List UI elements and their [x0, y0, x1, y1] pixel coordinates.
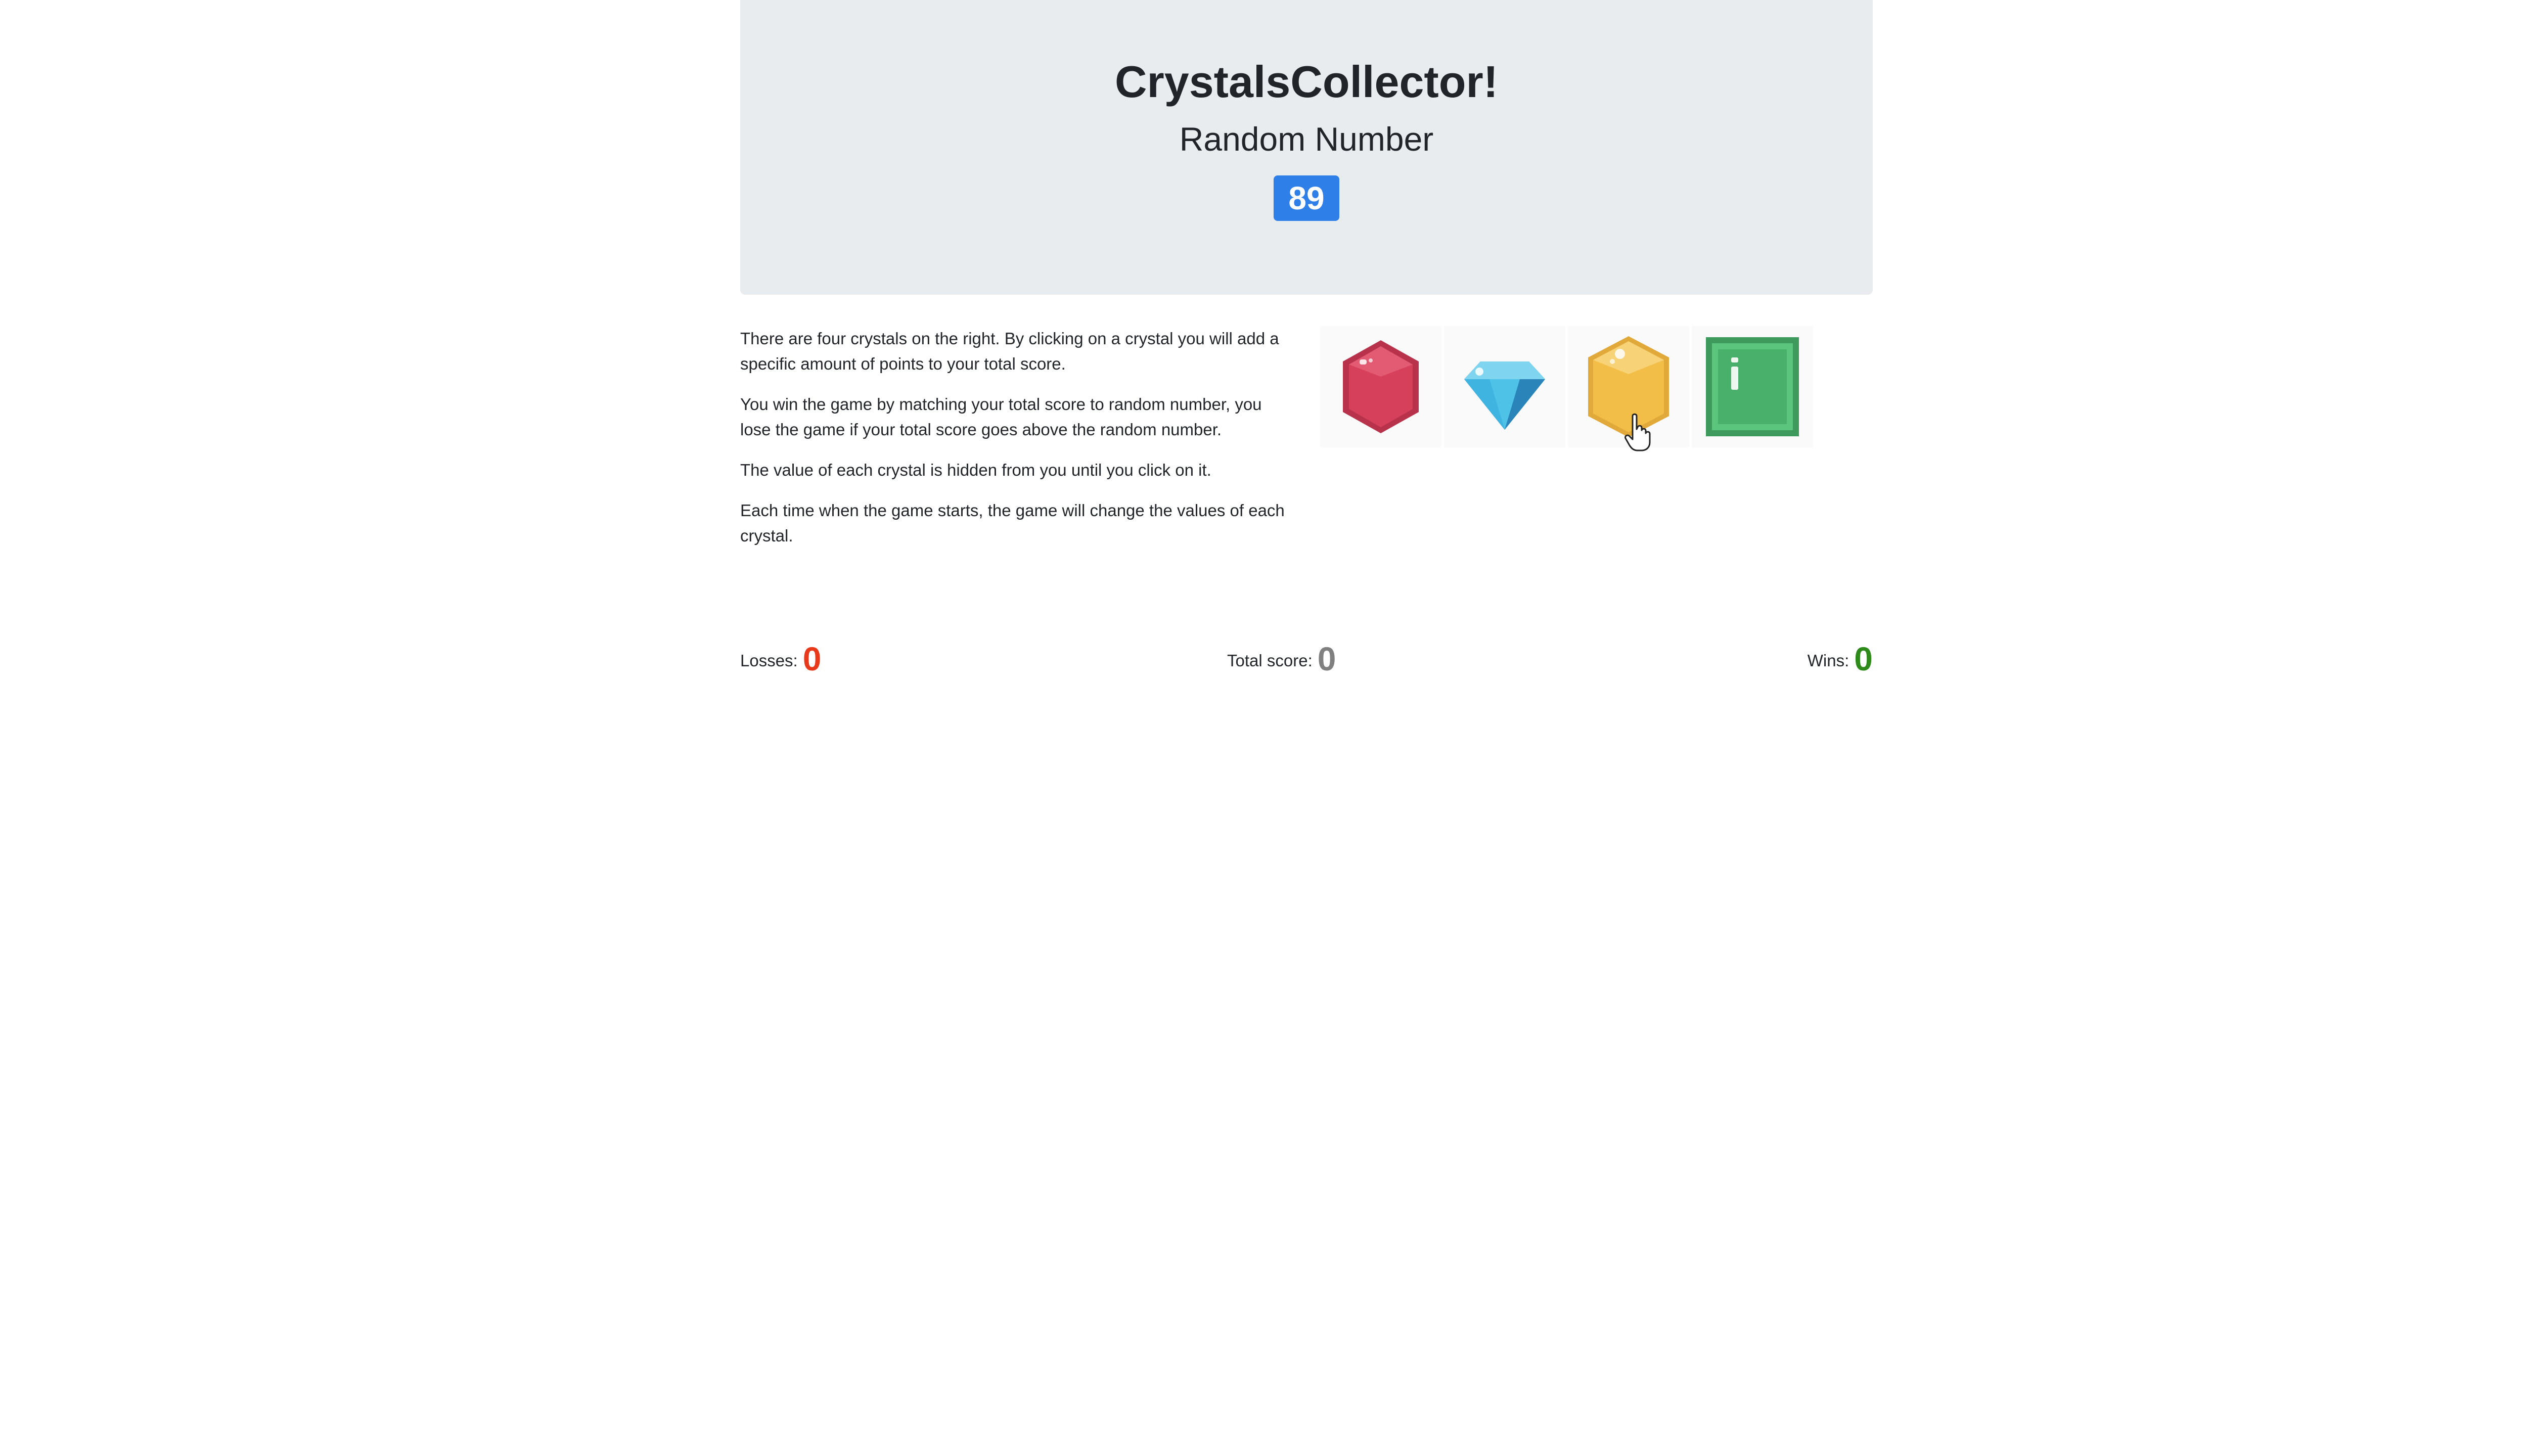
- random-number-label: Random Number: [1179, 120, 1434, 158]
- page-title: CrystalsCollector!: [1114, 57, 1498, 107]
- crystal-button-yellow[interactable]: [1568, 326, 1689, 447]
- wins-label: Wins:: [1807, 651, 1849, 670]
- blue-diamond-icon: [1444, 326, 1565, 447]
- red-gem-icon: [1320, 326, 1441, 447]
- crystal-button-blue[interactable]: [1444, 326, 1565, 447]
- crystal-button-red[interactable]: [1320, 326, 1441, 447]
- instruction-paragraph: There are four crystals on the right. By…: [740, 329, 1279, 373]
- crystal-button-green[interactable]: [1692, 326, 1813, 447]
- green-gem-icon: [1692, 326, 1813, 447]
- losses-value: 0: [802, 640, 822, 677]
- instruction-paragraph: The value of each crystal is hidden from…: [740, 461, 1211, 479]
- instructions: There are four crystals on the right. By…: [740, 326, 1286, 564]
- instruction-paragraph: You win the game by matching your total …: [740, 395, 1262, 439]
- instruction-paragraph: Each time when the game starts, the game…: [740, 501, 1285, 545]
- total-score-label: Total score:: [1227, 651, 1313, 670]
- crystal-grid: [1320, 326, 1816, 450]
- wins-value: 0: [1854, 640, 1873, 677]
- losses-counter: Losses: 0: [740, 642, 821, 675]
- total-score-counter: Total score: 0: [1227, 642, 1336, 675]
- header-panel: CrystalsCollector! Random Number 89: [740, 0, 1873, 295]
- yellow-gem-icon: [1568, 326, 1689, 447]
- wins-counter: Wins: 0: [1808, 642, 1873, 675]
- total-score-value: 0: [1317, 640, 1336, 677]
- losses-label: Losses:: [740, 651, 798, 670]
- random-number-badge: 89: [1274, 175, 1339, 221]
